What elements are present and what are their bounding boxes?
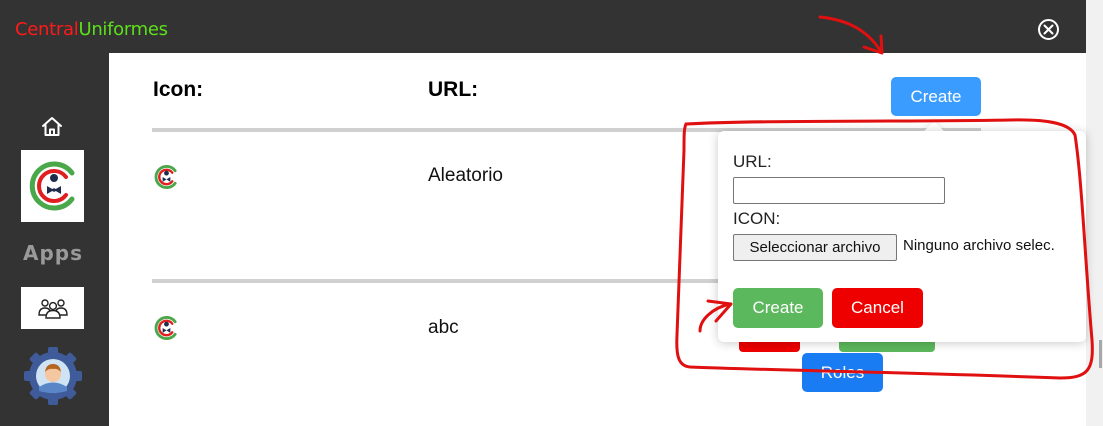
- brand-text-central: Central: [15, 19, 79, 40]
- brand-logo[interactable]: CentralUniformes: [15, 19, 168, 40]
- central-uniformes-logo-icon: [29, 161, 74, 211]
- central-uniformes-logo-icon: [154, 315, 177, 341]
- sidebar-item-central-logo[interactable]: [21, 150, 84, 222]
- url-field-label: URL:: [733, 152, 772, 171]
- row-1-icon: [153, 164, 179, 190]
- central-uniformes-logo-icon: [154, 164, 177, 190]
- scrollbar-thumb[interactable]: [1099, 340, 1102, 368]
- column-header-url: URL:: [428, 78, 479, 101]
- popover-create-button[interactable]: Create: [733, 288, 823, 328]
- sidebar-item-home[interactable]: [40, 115, 64, 139]
- close-button[interactable]: [1038, 19, 1059, 40]
- home-icon: [42, 117, 62, 136]
- icon-field-label: ICON:: [733, 209, 781, 228]
- popover-cancel-button[interactable]: Cancel: [832, 288, 923, 328]
- sidebar-item-apps[interactable]: Apps: [21, 241, 85, 265]
- row-2-url: abc: [428, 317, 459, 338]
- top-bar: CentralUniformes: [0, 0, 1086, 53]
- close-icon: [1043, 24, 1054, 35]
- column-header-icon: Icon:: [153, 78, 204, 101]
- file-select-button[interactable]: Seleccionar archivo: [733, 234, 897, 261]
- row-1-url: Aleatorio: [428, 165, 503, 186]
- url-input[interactable]: [733, 177, 945, 204]
- users-group-icon: [37, 299, 68, 319]
- sidebar-item-user-settings[interactable]: [22, 345, 84, 407]
- brand-text-uniformes: Uniformes: [78, 19, 168, 40]
- create-button[interactable]: Create: [891, 77, 981, 116]
- user-avatar-gear-icon: [24, 347, 82, 405]
- sidebar-item-users[interactable]: [21, 287, 84, 329]
- roles-button[interactable]: Roles: [802, 353, 883, 392]
- sidebar: Apps: [0, 53, 109, 426]
- row-2-icon: [153, 315, 179, 341]
- file-status-text: Ninguno archivo selec.: [903, 237, 1055, 254]
